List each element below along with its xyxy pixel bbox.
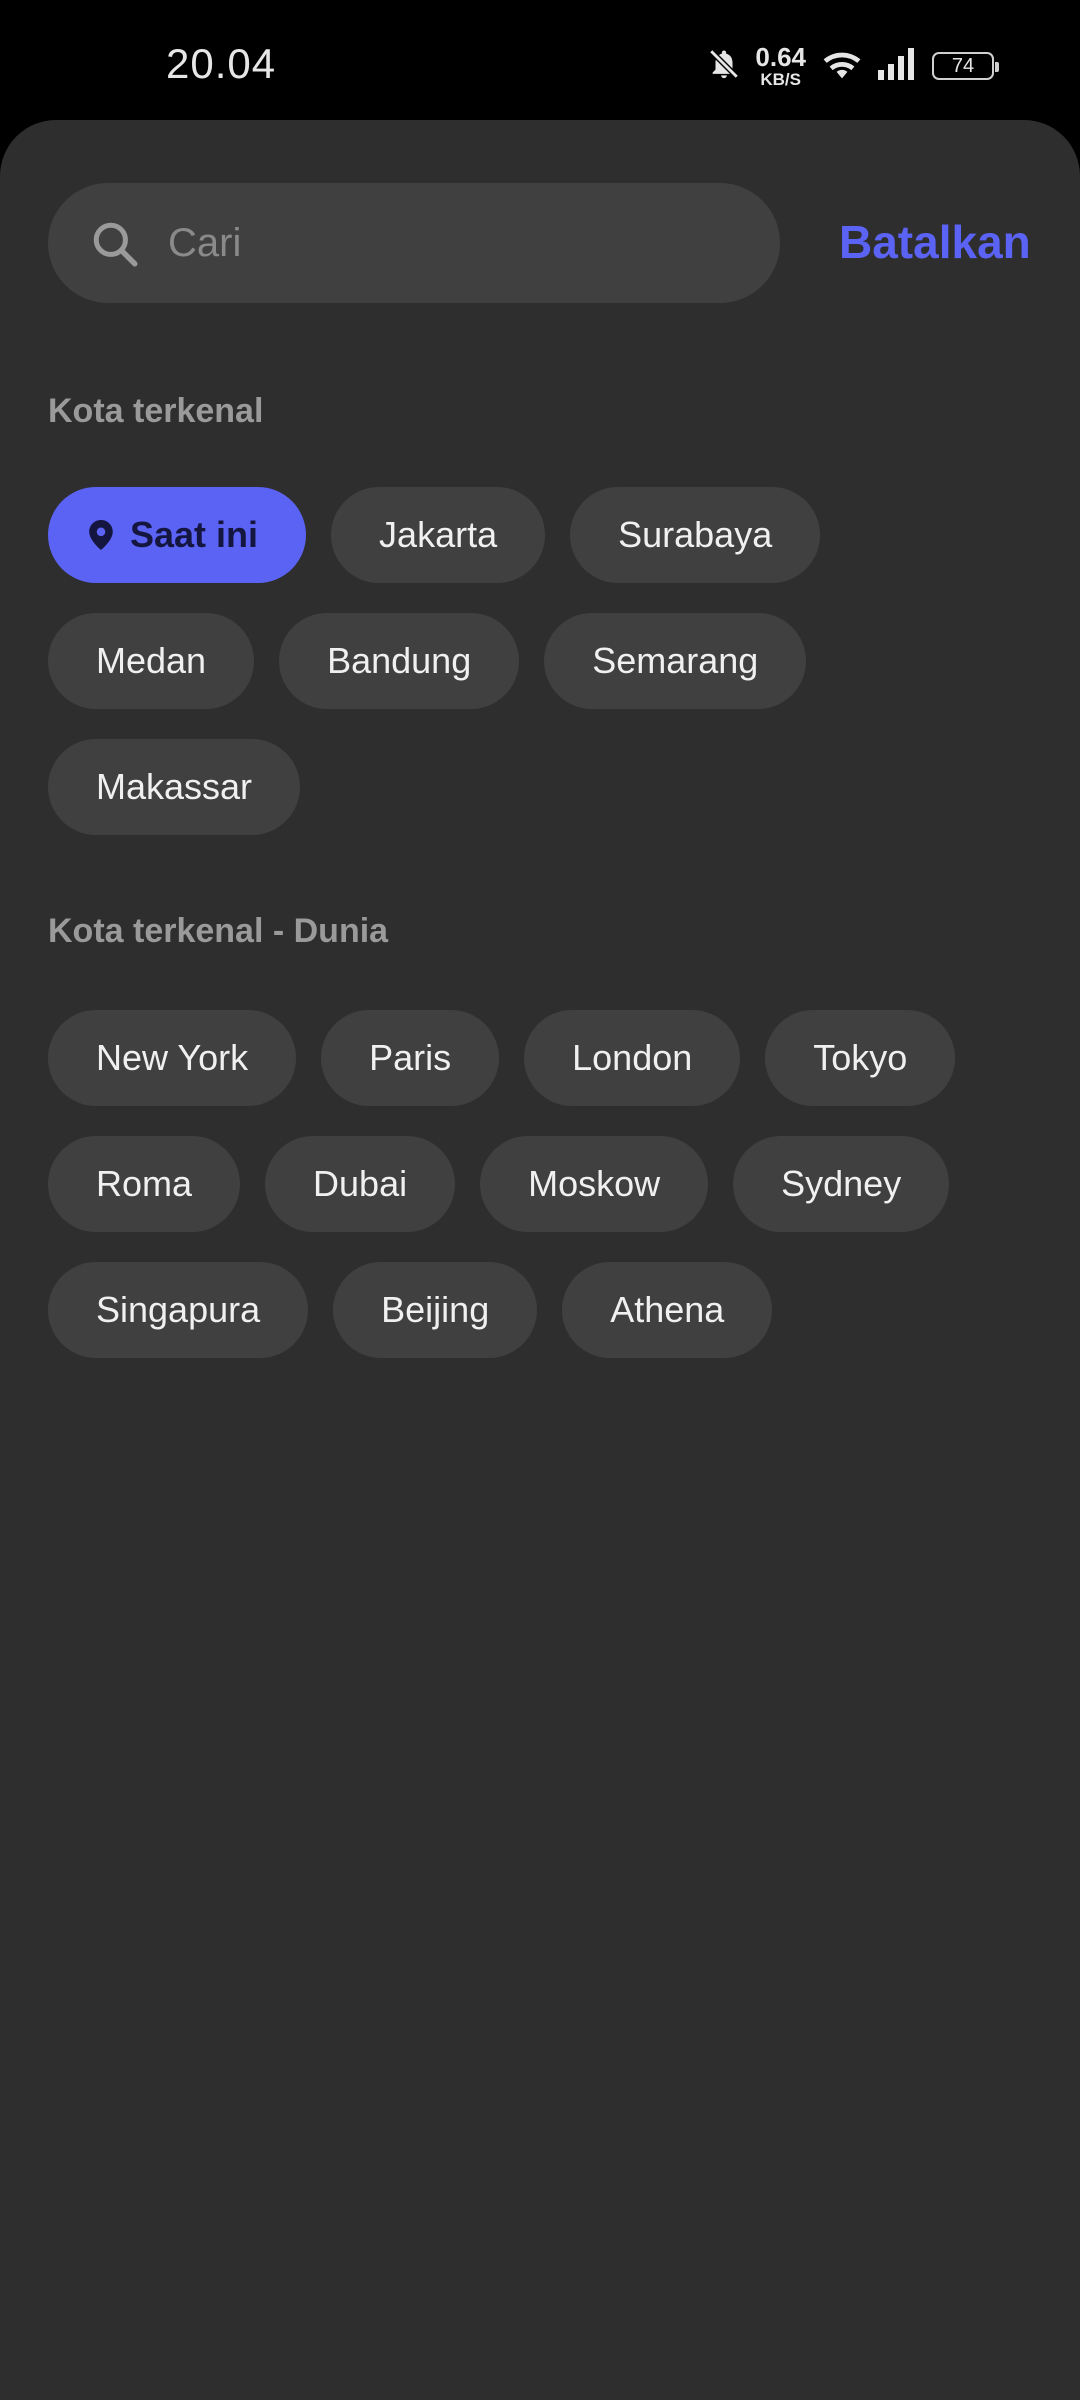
current-location-label: Saat ini (130, 514, 259, 555)
city-chip-dubai[interactable]: Dubai (265, 1136, 456, 1232)
city-chip-sydney[interactable]: Sydney (733, 1136, 950, 1232)
city-chip-beijing[interactable]: Beijing (333, 1262, 538, 1358)
battery-icon: 74 (932, 52, 999, 80)
city-chip-tokyo[interactable]: Tokyo (765, 1010, 956, 1106)
world-cities-title: Kota terkenal - Dunia (48, 912, 389, 950)
search-input[interactable] (168, 183, 748, 303)
city-chip-athena[interactable]: Athena (562, 1262, 773, 1358)
city-chip-paris[interactable]: Paris (321, 1010, 500, 1106)
status-bar: 20.04 0.64 KB/S 74 (0, 0, 1080, 120)
popular-cities-row-3: Makassar (48, 739, 301, 835)
network-speed-value: 0.64 (755, 42, 806, 72)
city-chip-makassar[interactable]: Makassar (48, 739, 301, 835)
city-chip-medan[interactable]: Medan (48, 613, 255, 709)
search-box[interactable] (48, 183, 780, 303)
city-picker-sheet: Batalkan Kota terkenal Saat ini Jakarta … (0, 120, 1080, 2400)
city-chip-singapura[interactable]: Singapura (48, 1262, 309, 1358)
world-cities-row-2: Roma Dubai Moskow Sydney (48, 1136, 950, 1232)
location-pin-icon (89, 520, 113, 550)
popular-cities-row-2: Medan Bandung Semarang (48, 613, 807, 709)
status-time: 20.04 (166, 40, 277, 87)
city-chip-london[interactable]: London (524, 1010, 741, 1106)
signal-icon (878, 47, 918, 85)
city-chip-roma[interactable]: Roma (48, 1136, 241, 1232)
city-chip-jakarta[interactable]: Jakarta (331, 487, 546, 583)
city-chip-new-york[interactable]: New York (48, 1010, 297, 1106)
city-chip-semarang[interactable]: Semarang (544, 613, 807, 709)
city-chip-bandung[interactable]: Bandung (279, 613, 520, 709)
cancel-button[interactable]: Batalkan (839, 215, 1031, 269)
bell-muted-icon (707, 47, 741, 86)
network-speed-unit: KB/S (760, 70, 801, 89)
popular-cities-row-1: Saat ini Jakarta Surabaya (48, 487, 821, 583)
current-location-chip[interactable]: Saat ini (48, 487, 307, 583)
world-cities-row-1: New York Paris London Tokyo (48, 1010, 956, 1106)
city-chip-moskow[interactable]: Moskow (480, 1136, 709, 1232)
status-icons: 0.64 KB/S 74 (707, 44, 999, 88)
search-icon (93, 222, 138, 267)
world-cities-row-3: Singapura Beijing Athena (48, 1262, 773, 1358)
popular-cities-title: Kota terkenal (48, 392, 264, 430)
network-speed: 0.64 KB/S (755, 44, 806, 88)
city-chip-surabaya[interactable]: Surabaya (570, 487, 821, 583)
wifi-icon (820, 46, 864, 87)
